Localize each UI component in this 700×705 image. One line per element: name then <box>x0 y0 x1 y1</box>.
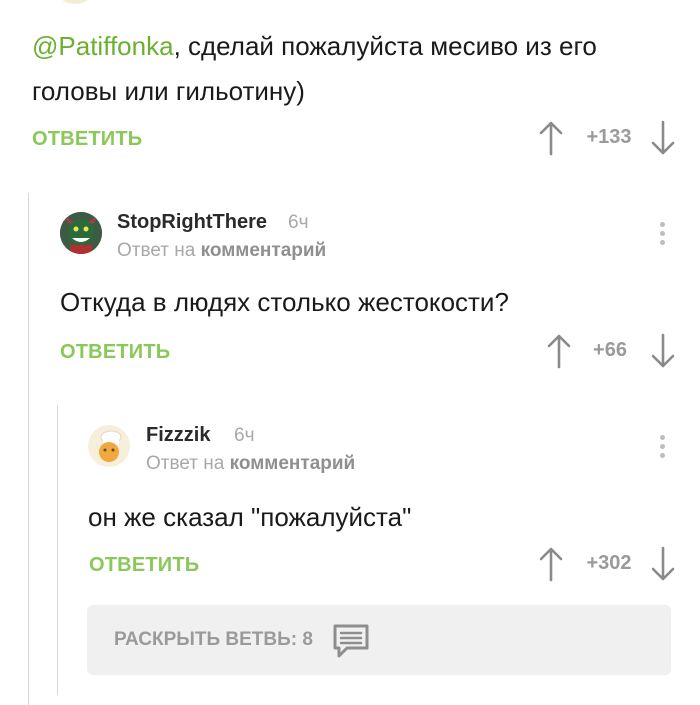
timestamp: 6ч <box>234 425 255 446</box>
reply-to-meta: Ответ на комментарий <box>117 240 326 262</box>
comment-text: @Patiffonka, сделай пожалуйста месиво из… <box>32 24 692 114</box>
meta-prefix: Ответ на <box>117 240 196 261</box>
username[interactable]: StopRightThere <box>117 211 267 234</box>
more-vertical-icon[interactable] <box>657 435 667 465</box>
arrow-up-icon[interactable] <box>538 546 564 582</box>
avatar[interactable] <box>60 212 102 254</box>
thread-line-level1 <box>28 193 29 705</box>
arrow-up-icon[interactable] <box>538 120 564 156</box>
parent-comment-link[interactable]: комментарий <box>201 240 327 261</box>
vote-group: +302 <box>538 546 678 586</box>
score: +133 <box>586 126 632 148</box>
arrow-down-icon[interactable] <box>650 333 676 369</box>
comment-bubble-icon <box>333 624 369 658</box>
arrow-down-icon[interactable] <box>650 120 676 156</box>
thread-line-level2 <box>57 405 58 695</box>
meta-prefix: Ответ на <box>146 453 225 474</box>
more-vertical-icon[interactable] <box>657 222 667 252</box>
user-mention-link[interactable]: @Patiffonka <box>32 31 174 61</box>
vote-group: +133 <box>538 120 678 160</box>
expand-thread-button[interactable]: РАСКРЫТЬ ВЕТВЬ: 8 <box>87 605 671 675</box>
username[interactable]: Fizzzik <box>146 424 210 447</box>
comment-text: он же сказал "пожалуйста" <box>88 502 412 532</box>
reply-button[interactable]: ОТВЕТИТЬ <box>32 128 142 151</box>
vote-group: +66 <box>546 333 678 373</box>
expand-thread-label: РАСКРЫТЬ ВЕТВЬ: 8 <box>114 629 313 650</box>
reply-button[interactable]: ОТВЕТИТЬ <box>60 341 170 364</box>
comment-text-line2: головы или гильотину) <box>32 76 305 106</box>
score: +302 <box>586 552 632 574</box>
comment-text: Откуда в людях столько жестокости? <box>60 287 509 317</box>
previous-avatar-sliver <box>60 0 90 4</box>
comment-text-line1: , сделай пожалуйста месиво из его <box>173 31 597 61</box>
arrow-down-icon[interactable] <box>650 546 676 582</box>
reply-button[interactable]: ОТВЕТИТЬ <box>89 554 199 577</box>
arrow-up-icon[interactable] <box>546 333 572 369</box>
timestamp: 6ч <box>288 212 309 233</box>
reply-to-meta: Ответ на комментарий <box>146 453 355 475</box>
parent-comment-link[interactable]: комментарий <box>230 453 356 474</box>
avatar[interactable] <box>88 425 130 467</box>
score: +66 <box>593 339 627 361</box>
